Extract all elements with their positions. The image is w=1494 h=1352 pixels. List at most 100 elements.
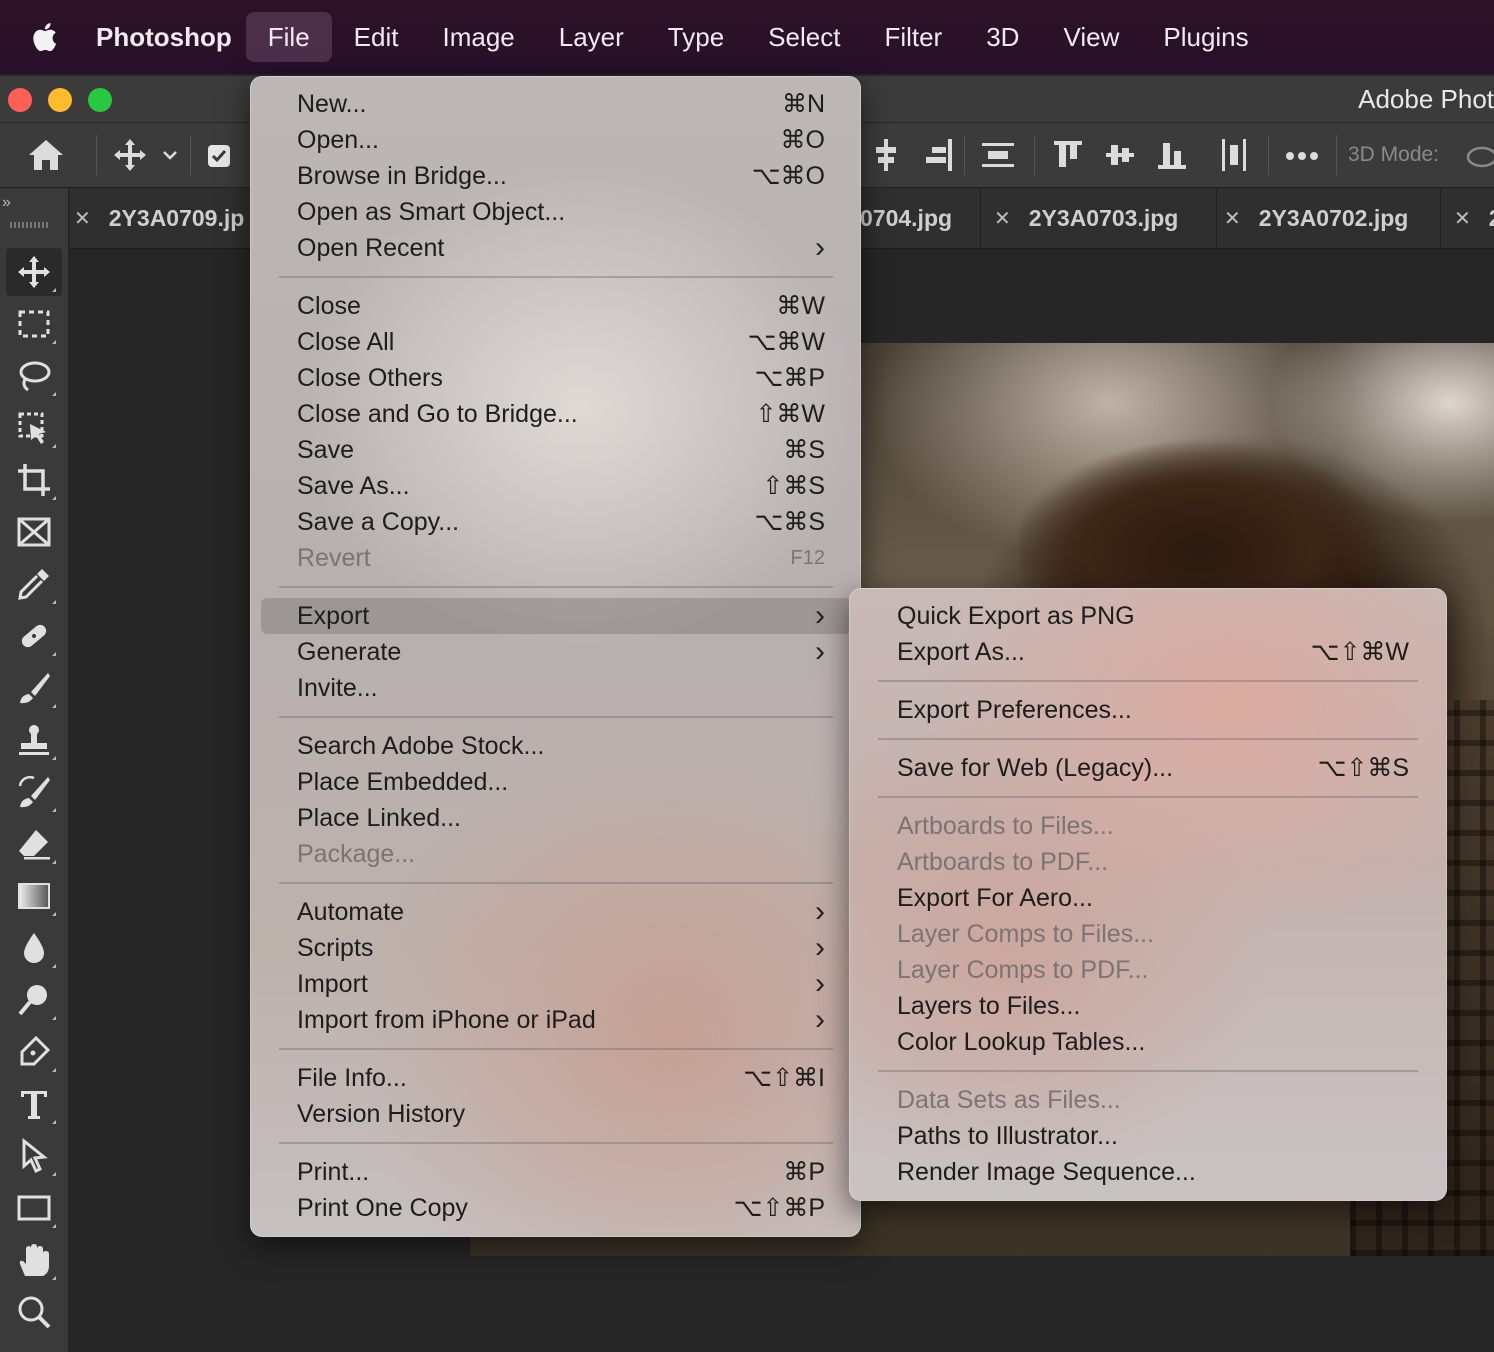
menu-item-label: Data Sets as Files... [897,1085,1121,1114]
menu-view[interactable]: View [1041,12,1141,62]
align-horizontal-centers-icon[interactable] [1104,137,1136,178]
menu-item-automate[interactable]: Automate › [297,894,825,930]
tab-document[interactable]: ✕ 2 [1442,188,1494,248]
close-tab-icon[interactable]: ✕ [74,206,91,231]
blur-tool-icon[interactable] [6,924,62,972]
menu-3d[interactable]: 3D [964,12,1041,62]
menu-filter[interactable]: Filter [862,12,964,62]
align-vertical-centers-icon[interactable] [870,137,902,178]
tab-document[interactable]: ✕ 2Y3A0703.jpg [982,188,1217,248]
menu-item-place-linked[interactable]: Place Linked... [297,800,825,836]
move-tool-icon[interactable] [6,248,62,296]
home-icon[interactable] [26,137,66,178]
menu-item-color-lookup-tables[interactable]: Color Lookup Tables... [897,1024,1409,1060]
pen-tool-icon[interactable] [6,1028,62,1076]
3d-orbit-icon[interactable] [1462,139,1494,178]
tab-document[interactable]: ✕ 2Y3A0702.jpg [1212,188,1441,248]
menu-item-export-preferences[interactable]: Export Preferences... [897,692,1409,728]
panel-grip[interactable] [10,222,48,228]
menu-file[interactable]: File [245,12,332,62]
menu-item-label: Save As... [297,471,410,500]
clone-stamp-tool-icon[interactable] [6,716,62,764]
object-selection-tool-icon[interactable] [6,404,62,452]
more-options-icon[interactable] [1284,149,1320,167]
align-right-edges-icon[interactable] [922,137,954,178]
menu-image[interactable]: Image [420,12,536,62]
menu-type[interactable]: Type [646,12,746,62]
menu-item-paths-to-illustrator[interactable]: Paths to Illustrator... [897,1118,1409,1154]
align-top-edges-icon[interactable] [1052,137,1084,178]
path-selection-tool-icon[interactable] [6,1132,62,1180]
distribute-vertical-icon[interactable] [980,137,1016,178]
menu-item-import-from-iphone-or-ipad[interactable]: Import from iPhone or iPad › [297,1002,825,1038]
menu-item-close-and-go-to-bridge[interactable]: Close and Go to Bridge... ⇧⌘W [297,396,825,432]
menu-item-open-recent[interactable]: Open Recent › [297,230,825,266]
distribute-horizontal-icon[interactable] [1218,137,1250,178]
close-tab-icon[interactable]: ✕ [1224,206,1241,231]
zoom-window-button[interactable] [88,88,112,112]
zoom-tool-icon[interactable] [6,1288,62,1336]
menu-item-version-history[interactable]: Version History [297,1096,825,1132]
menu-item-export[interactable]: Export › [297,598,825,634]
menu-item-close-all[interactable]: Close All ⌥⌘W [297,324,825,360]
apple-menu[interactable] [0,20,86,54]
menu-item-label: File Info... [297,1063,407,1092]
menu-item-quick-export-as-png[interactable]: Quick Export as PNG [897,598,1409,634]
menu-item-new[interactable]: New... ⌘N [297,86,825,122]
gradient-tool-icon[interactable] [6,872,62,920]
close-tab-icon[interactable]: ✕ [994,206,1011,231]
chevron-right-icon: › [815,931,825,964]
lasso-tool-icon[interactable] [6,352,62,400]
menu-layer[interactable]: Layer [537,12,646,62]
minimize-window-button[interactable] [48,88,72,112]
menu-item-open[interactable]: Open... ⌘O [297,122,825,158]
menu-item-save-for-web-legacy[interactable]: Save for Web (Legacy)... ⌥⇧⌘S [897,750,1409,786]
crop-tool-icon[interactable] [6,456,62,504]
chevron-down-icon[interactable] [160,145,180,170]
dodge-tool-icon[interactable] [6,976,62,1024]
menu-plugins[interactable]: Plugins [1141,12,1270,62]
close-window-button[interactable] [8,88,32,112]
menu-item-search-adobe-stock[interactable]: Search Adobe Stock... [297,728,825,764]
menu-item-save-a-copy[interactable]: Save a Copy... ⌥⌘S [297,504,825,540]
menu-item-layers-to-files[interactable]: Layers to Files... [897,988,1409,1024]
menu-item-place-embedded[interactable]: Place Embedded... [297,764,825,800]
collapse-panel-icon[interactable]: » [2,194,11,212]
tab-document[interactable]: 0704.jpg [860,188,981,248]
menu-item-print[interactable]: Print... ⌘P [297,1154,825,1190]
menu-item-export-as[interactable]: Export As... ⌥⇧⌘W [897,634,1409,670]
menu-item-export-for-aero[interactable]: Export For Aero... [897,880,1409,916]
menu-item-shortcut: ⌘S [783,436,825,464]
menu-item-browse-in-bridge[interactable]: Browse in Bridge... ⌥⌘O [297,158,825,194]
menu-item-print-one-copy[interactable]: Print One Copy ⌥⇧⌘P [297,1190,825,1226]
menu-select[interactable]: Select [746,12,862,62]
close-tab-icon[interactable]: ✕ [1454,206,1471,231]
rectangle-tool-icon[interactable] [6,1184,62,1232]
brush-tool-icon[interactable] [6,664,62,712]
menu-item-close-others[interactable]: Close Others ⌥⌘P [297,360,825,396]
menu-item-save-as[interactable]: Save As... ⇧⌘S [297,468,825,504]
type-tool-icon[interactable] [6,1080,62,1128]
menu-item-label: Place Embedded... [297,767,509,796]
eraser-tool-icon[interactable] [6,820,62,868]
menu-edit[interactable]: Edit [332,12,421,62]
move-options-icon[interactable] [112,137,148,178]
healing-brush-tool-icon[interactable] [6,612,62,660]
menu-item-scripts[interactable]: Scripts › [297,930,825,966]
auto-select-checkbox[interactable] [206,143,232,174]
frame-tool-icon[interactable] [6,508,62,556]
menu-item-close[interactable]: Close ⌘W [297,288,825,324]
menu-item-open-as-smart-object[interactable]: Open as Smart Object... [297,194,825,230]
history-brush-tool-icon[interactable] [6,768,62,816]
hand-tool-icon[interactable] [6,1236,62,1284]
marquee-tool-icon[interactable] [6,300,62,348]
menu-item-render-image-sequence[interactable]: Render Image Sequence... [897,1154,1409,1190]
align-bottom-edges-icon[interactable] [1156,137,1188,178]
menu-item-import[interactable]: Import › [297,966,825,1002]
menu-item-save[interactable]: Save ⌘S [297,432,825,468]
menu-item-generate[interactable]: Generate › [297,634,825,670]
menu-item-invite[interactable]: Invite... [297,670,825,706]
menu-item-file-info[interactable]: File Info... ⌥⇧⌘I [297,1060,825,1096]
eyedropper-tool-icon[interactable] [6,560,62,608]
menu-app-photoshop[interactable]: Photoshop [86,12,246,62]
